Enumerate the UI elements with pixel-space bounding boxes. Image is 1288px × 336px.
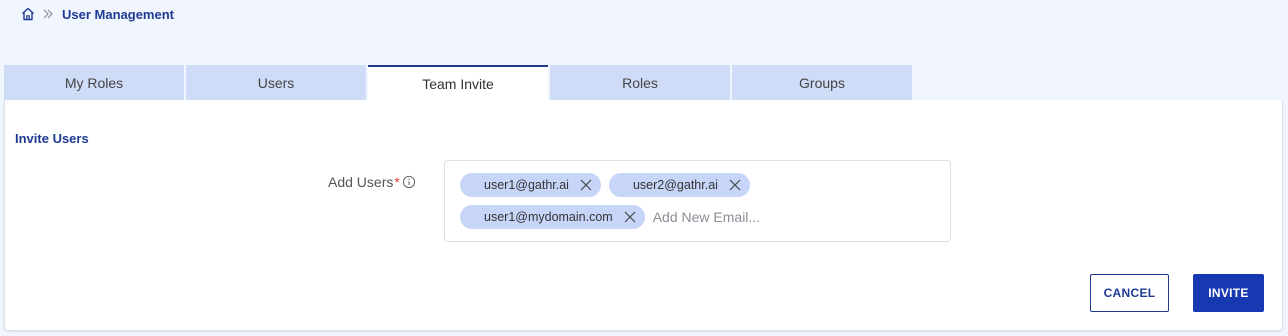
- section-title: Invite Users: [15, 131, 89, 146]
- tab-bar: My Roles Users Team Invite Roles Groups: [4, 65, 912, 100]
- tab-roles[interactable]: Roles: [550, 65, 730, 100]
- breadcrumb-current: User Management: [62, 6, 174, 22]
- email-chip: user1@gathr.ai: [460, 173, 601, 197]
- tab-groups[interactable]: Groups: [732, 65, 912, 100]
- page: User Management My Roles Users Team Invi…: [0, 0, 1288, 336]
- close-icon[interactable]: [579, 178, 593, 192]
- tab-users[interactable]: Users: [186, 65, 366, 100]
- email-chip-label: user1@gathr.ai: [484, 178, 569, 192]
- cancel-button[interactable]: CANCEL: [1090, 274, 1169, 312]
- breadcrumb: User Management: [20, 5, 174, 23]
- chip-row: user1@mydomain.com: [460, 205, 833, 229]
- add-users-label: Add Users *: [328, 174, 416, 190]
- chip-row: user1@gathr.ai user2@gathr.ai: [460, 173, 750, 197]
- email-chip: user1@mydomain.com: [460, 205, 645, 229]
- close-icon[interactable]: [623, 210, 637, 224]
- tab-team-invite[interactable]: Team Invite: [368, 65, 548, 100]
- info-icon[interactable]: [402, 175, 416, 189]
- close-icon[interactable]: [728, 178, 742, 192]
- email-chip: user2@gathr.ai: [608, 173, 750, 197]
- tab-my-roles[interactable]: My Roles: [4, 65, 184, 100]
- home-icon[interactable]: [20, 6, 36, 22]
- add-users-label-text: Add Users: [328, 174, 394, 190]
- email-chip-label: user2@gathr.ai: [632, 178, 718, 192]
- double-chevron-right-icon: [42, 8, 54, 20]
- add-users-field[interactable]: user1@gathr.ai user2@gathr.ai user1@mydo…: [444, 160, 951, 242]
- new-email-input[interactable]: [652, 205, 833, 229]
- invite-button[interactable]: INVITE: [1193, 274, 1264, 312]
- invite-panel: Invite Users Add Users * user1@gathr.ai: [4, 100, 1283, 331]
- email-chip-label: user1@mydomain.com: [484, 210, 613, 224]
- required-indicator: *: [394, 174, 400, 190]
